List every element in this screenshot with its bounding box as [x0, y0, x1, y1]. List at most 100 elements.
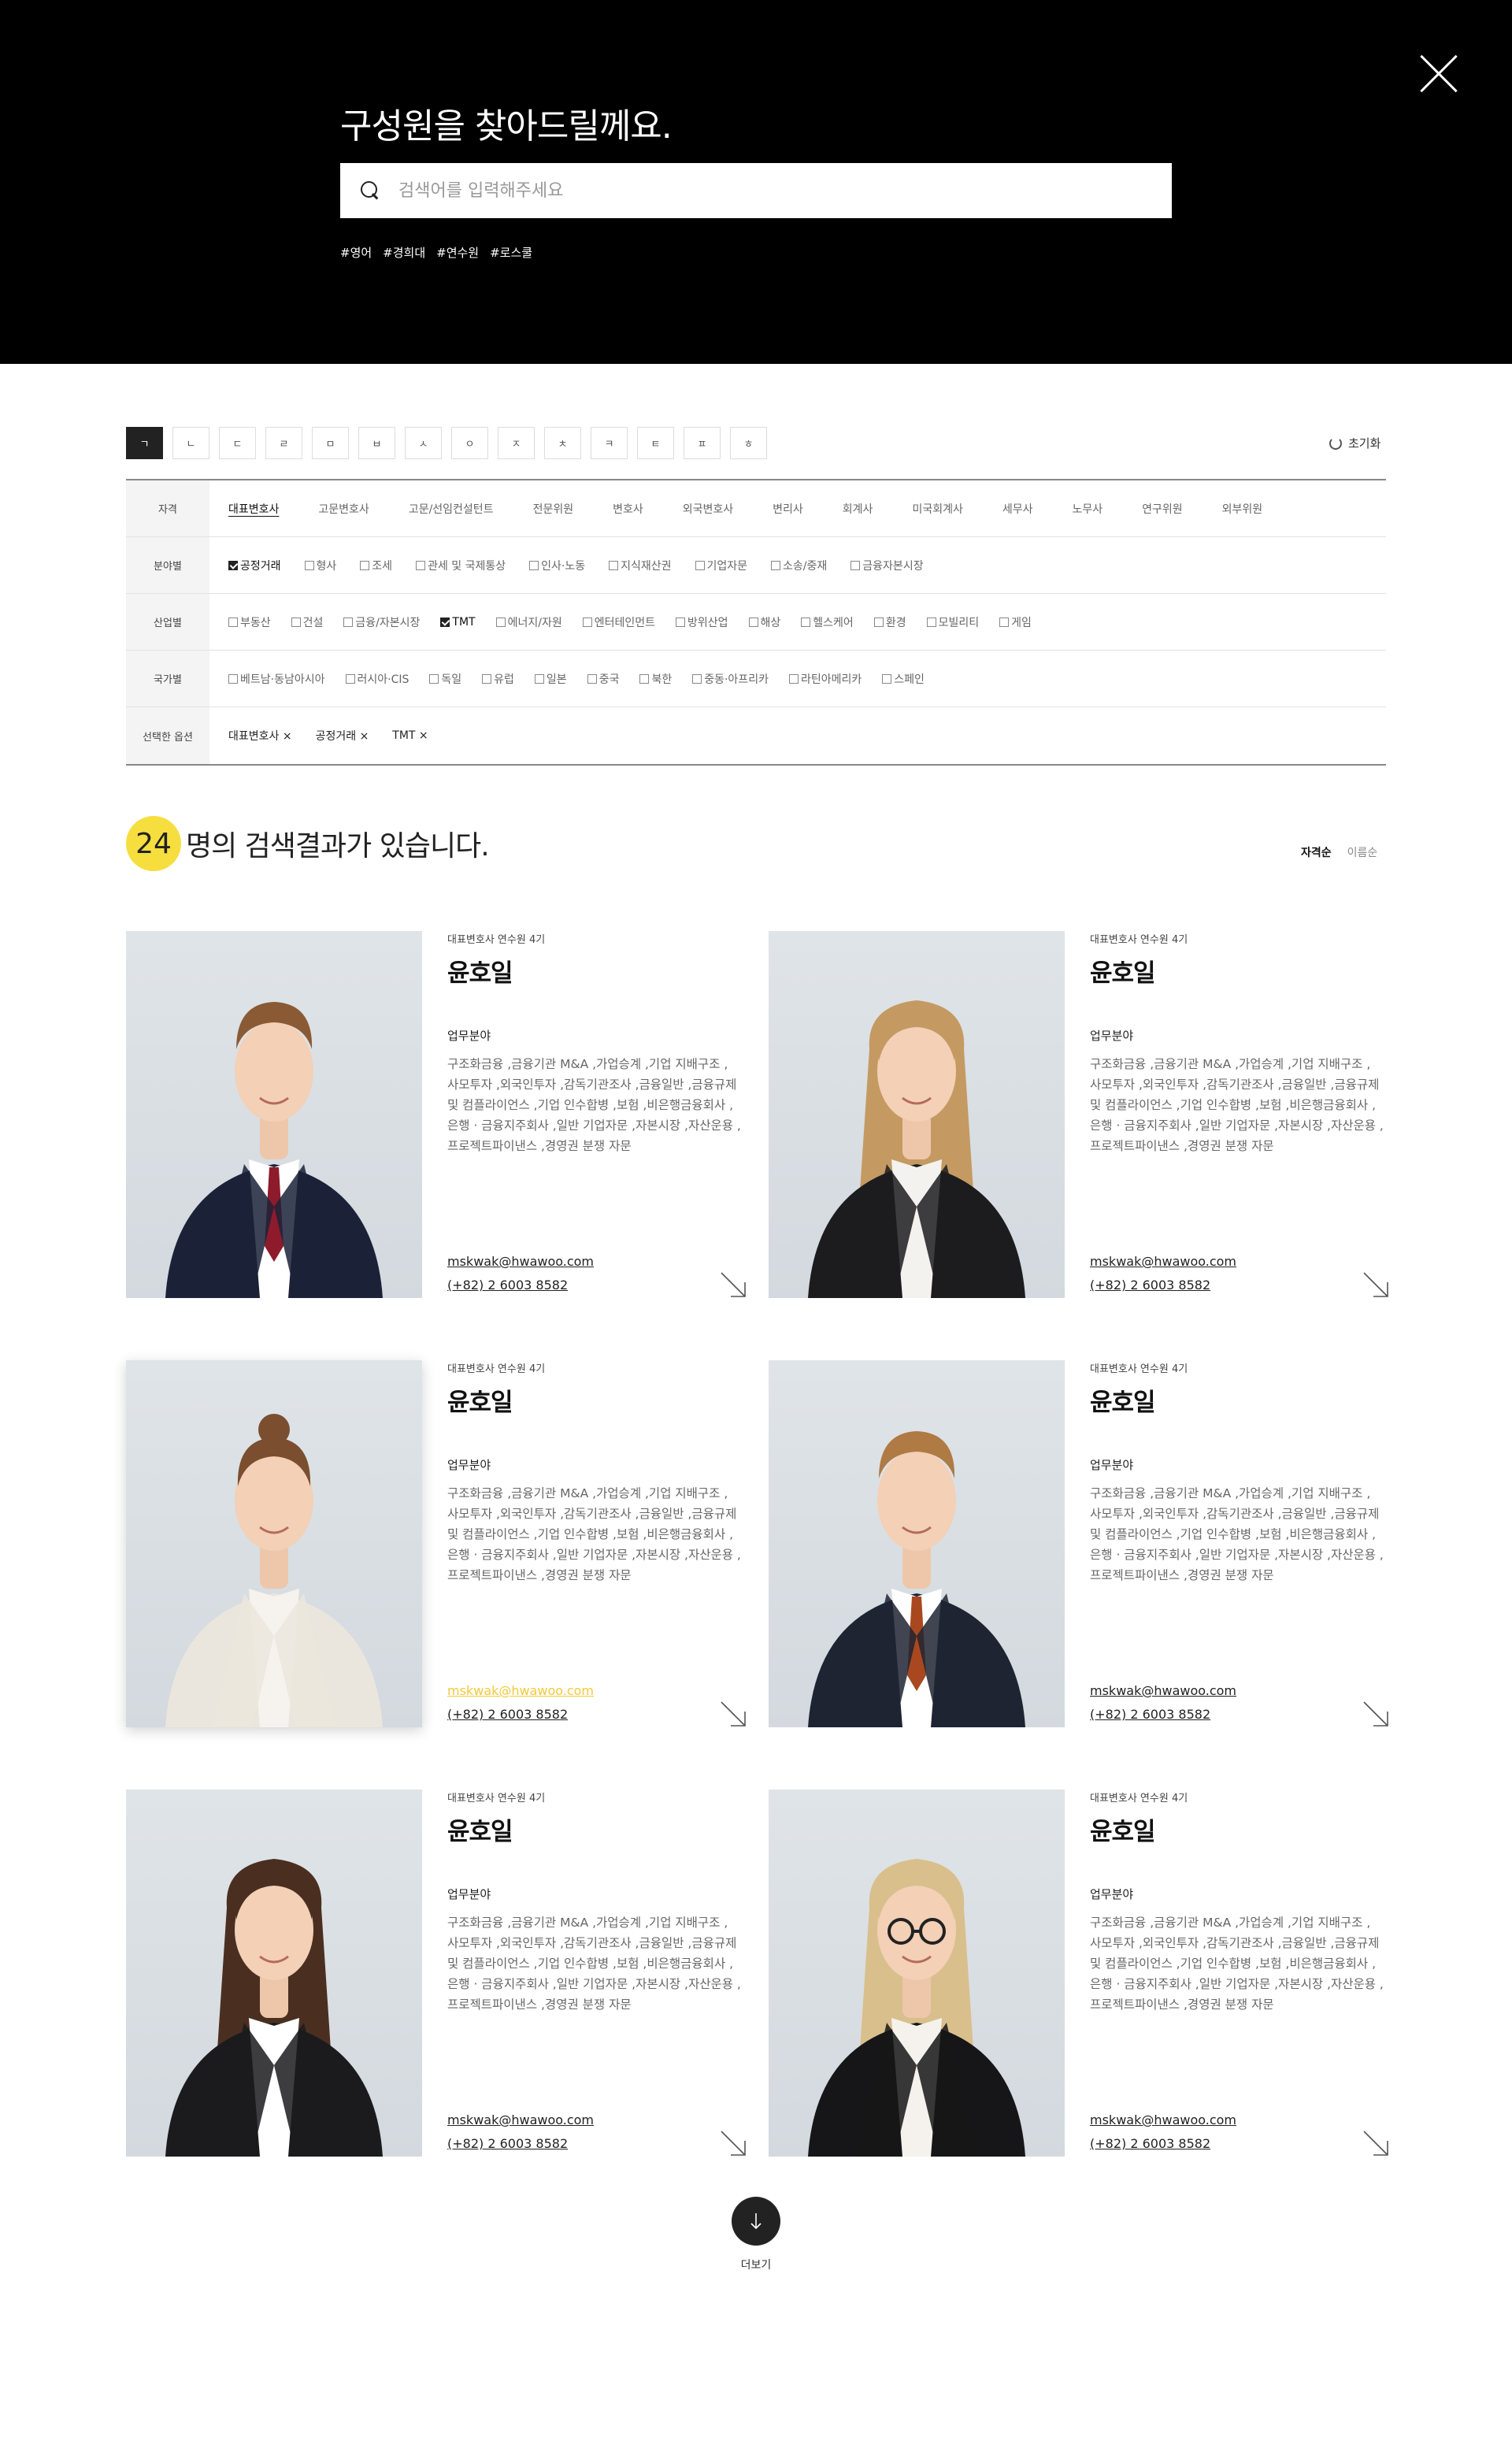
industry-checkbox[interactable]: 금융/자본시장	[343, 614, 420, 630]
search-icon[interactable]	[361, 181, 380, 200]
consonant-button[interactable]: ㅅ	[405, 427, 442, 459]
consonant-button[interactable]: ㄱ	[126, 427, 163, 459]
practice-checkbox[interactable]: 인사·노동	[529, 558, 585, 573]
practice-checkbox[interactable]: 조세	[360, 558, 392, 573]
checkbox-box[interactable]	[582, 617, 592, 627]
sort-by-qualification[interactable]: 자격순	[1301, 844, 1332, 860]
consonant-button[interactable]: ㄷ	[219, 427, 256, 459]
member-card[interactable]: 대표변호사 연수원 4기 윤호일 업무분야 구조화금융 ,금융기관 M&A ,가…	[769, 1790, 1389, 2157]
member-card[interactable]: 대표변호사 연수원 4기 윤호일 업무분야 구조화금융 ,금융기관 M&A ,가…	[769, 931, 1389, 1298]
checkbox-box[interactable]	[291, 617, 301, 627]
qualification-option[interactable]: 대표변호사	[228, 501, 279, 517]
member-photo[interactable]	[769, 1790, 1065, 2157]
checkbox-box[interactable]	[416, 560, 426, 570]
consonant-button[interactable]: ㅍ	[684, 427, 721, 459]
industry-checkbox[interactable]: 방위산업	[676, 614, 728, 630]
qualification-option[interactable]: 세무사	[1002, 501, 1033, 517]
checkbox-box[interactable]	[534, 673, 544, 684]
member-name[interactable]: 윤호일	[447, 953, 513, 988]
checkbox-box[interactable]	[609, 560, 619, 570]
checkbox-box[interactable]	[228, 617, 238, 627]
checkbox-box[interactable]	[748, 617, 758, 627]
checkbox-box[interactable]	[676, 617, 685, 627]
industry-checkbox[interactable]: 게임	[999, 614, 1032, 630]
practice-checkbox[interactable]: 기업자문	[695, 558, 747, 573]
checkbox-box[interactable]	[440, 617, 450, 627]
member-email-link[interactable]: mskwak@hwawoo.com	[1090, 1254, 1236, 1269]
search-input[interactable]	[398, 163, 1172, 218]
qualification-option[interactable]: 연구위원	[1142, 501, 1183, 517]
checkbox-box[interactable]	[495, 617, 506, 627]
arrow-down-right-icon[interactable]	[720, 1271, 747, 1298]
member-photo[interactable]	[769, 931, 1065, 1298]
checkbox-box[interactable]	[529, 560, 539, 570]
qualification-option[interactable]: 고문변호사	[318, 501, 369, 517]
member-name[interactable]: 윤호일	[1090, 953, 1156, 988]
checkbox-box[interactable]	[999, 617, 1010, 627]
member-email-link[interactable]: mskwak@hwawoo.com	[1090, 1683, 1236, 1698]
close-icon[interactable]	[1418, 52, 1460, 95]
practice-checkbox[interactable]: 금융자본시장	[850, 558, 924, 573]
checkbox-box[interactable]	[482, 673, 492, 684]
country-checkbox[interactable]: 러시아·CIS	[345, 671, 409, 687]
reset-button[interactable]: 초기화	[1329, 435, 1380, 451]
member-photo[interactable]	[126, 1360, 422, 1727]
industry-checkbox[interactable]: 환경	[873, 614, 906, 630]
checkbox-box[interactable]	[850, 560, 861, 570]
arrow-down-right-icon[interactable]	[720, 1701, 747, 1727]
load-more-button[interactable]	[732, 2197, 780, 2246]
checkbox-box[interactable]	[429, 673, 439, 684]
member-card[interactable]: 대표변호사 연수원 4기 윤호일 업무분야 구조화금융 ,금융기관 M&A ,가…	[769, 1360, 1389, 1727]
member-email-link[interactable]: mskwak@hwawoo.com	[447, 1254, 594, 1269]
checkbox-box[interactable]	[587, 673, 597, 684]
industry-checkbox[interactable]: 헬스케어	[801, 614, 854, 630]
checkbox-box[interactable]	[926, 617, 936, 627]
practice-checkbox[interactable]: 소송/중재	[771, 558, 827, 573]
keyword-tag[interactable]: #연수원	[436, 244, 479, 261]
consonant-button[interactable]: ㅎ	[730, 427, 767, 459]
member-name[interactable]: 윤호일	[447, 1812, 513, 1847]
country-checkbox[interactable]: 일본	[534, 671, 567, 687]
industry-checkbox[interactable]: TMT	[440, 616, 476, 629]
selected-option-chip[interactable]: 대표변호사 ×	[228, 728, 292, 744]
member-card[interactable]: 대표변호사 연수원 4기 윤호일 업무분야 구조화금융 ,금융기관 M&A ,가…	[126, 931, 747, 1298]
member-name[interactable]: 윤호일	[447, 1382, 513, 1418]
checkbox-box[interactable]	[801, 617, 811, 627]
qualification-option[interactable]: 변호사	[613, 501, 643, 517]
member-email-link[interactable]: mskwak@hwawoo.com	[447, 2112, 594, 2127]
industry-checkbox[interactable]: 에너지/자원	[495, 614, 562, 630]
consonant-button[interactable]: ㄴ	[172, 427, 209, 459]
member-email-link[interactable]: mskwak@hwawoo.com	[1090, 2112, 1236, 2127]
industry-checkbox[interactable]: 해상	[748, 614, 780, 630]
selected-option-chip[interactable]: TMT ×	[392, 729, 428, 742]
checkbox-box[interactable]	[345, 673, 355, 684]
practice-checkbox[interactable]: 공정거래	[228, 558, 281, 573]
checkbox-box[interactable]	[228, 673, 238, 684]
consonant-button[interactable]: ㅂ	[358, 427, 395, 459]
keyword-tag[interactable]: #영어	[340, 244, 372, 261]
member-name[interactable]: 윤호일	[1090, 1382, 1156, 1418]
country-checkbox[interactable]: 라틴아메리카	[788, 671, 862, 687]
consonant-button[interactable]: ㅌ	[637, 427, 674, 459]
industry-checkbox[interactable]: 건설	[291, 614, 323, 630]
country-checkbox[interactable]: 북한	[639, 671, 672, 687]
qualification-option[interactable]: 고문/선임컨설턴트	[409, 501, 494, 517]
checkbox-box[interactable]	[873, 617, 884, 627]
practice-checkbox[interactable]: 관세 및 국제통상	[416, 558, 506, 573]
industry-checkbox[interactable]: 모빌리티	[926, 614, 979, 630]
consonant-button[interactable]: ㅇ	[451, 427, 488, 459]
checkbox-box[interactable]	[343, 617, 354, 627]
keyword-tag[interactable]: #로스쿨	[490, 244, 532, 261]
qualification-option[interactable]: 전문위원	[533, 501, 574, 517]
qualification-option[interactable]: 외부위원	[1222, 501, 1263, 517]
checkbox-box[interactable]	[228, 560, 238, 570]
arrow-down-right-icon[interactable]	[1362, 1271, 1389, 1298]
consonant-button[interactable]: ㄹ	[265, 427, 302, 459]
arrow-down-right-icon[interactable]	[1362, 2130, 1389, 2157]
arrow-down-right-icon[interactable]	[1362, 1701, 1389, 1727]
qualification-option[interactable]: 변리사	[773, 501, 803, 517]
arrow-down-right-icon[interactable]	[720, 2130, 747, 2157]
checkbox-box[interactable]	[692, 673, 702, 684]
member-photo[interactable]	[126, 931, 422, 1298]
country-checkbox[interactable]: 스페인	[882, 671, 925, 687]
